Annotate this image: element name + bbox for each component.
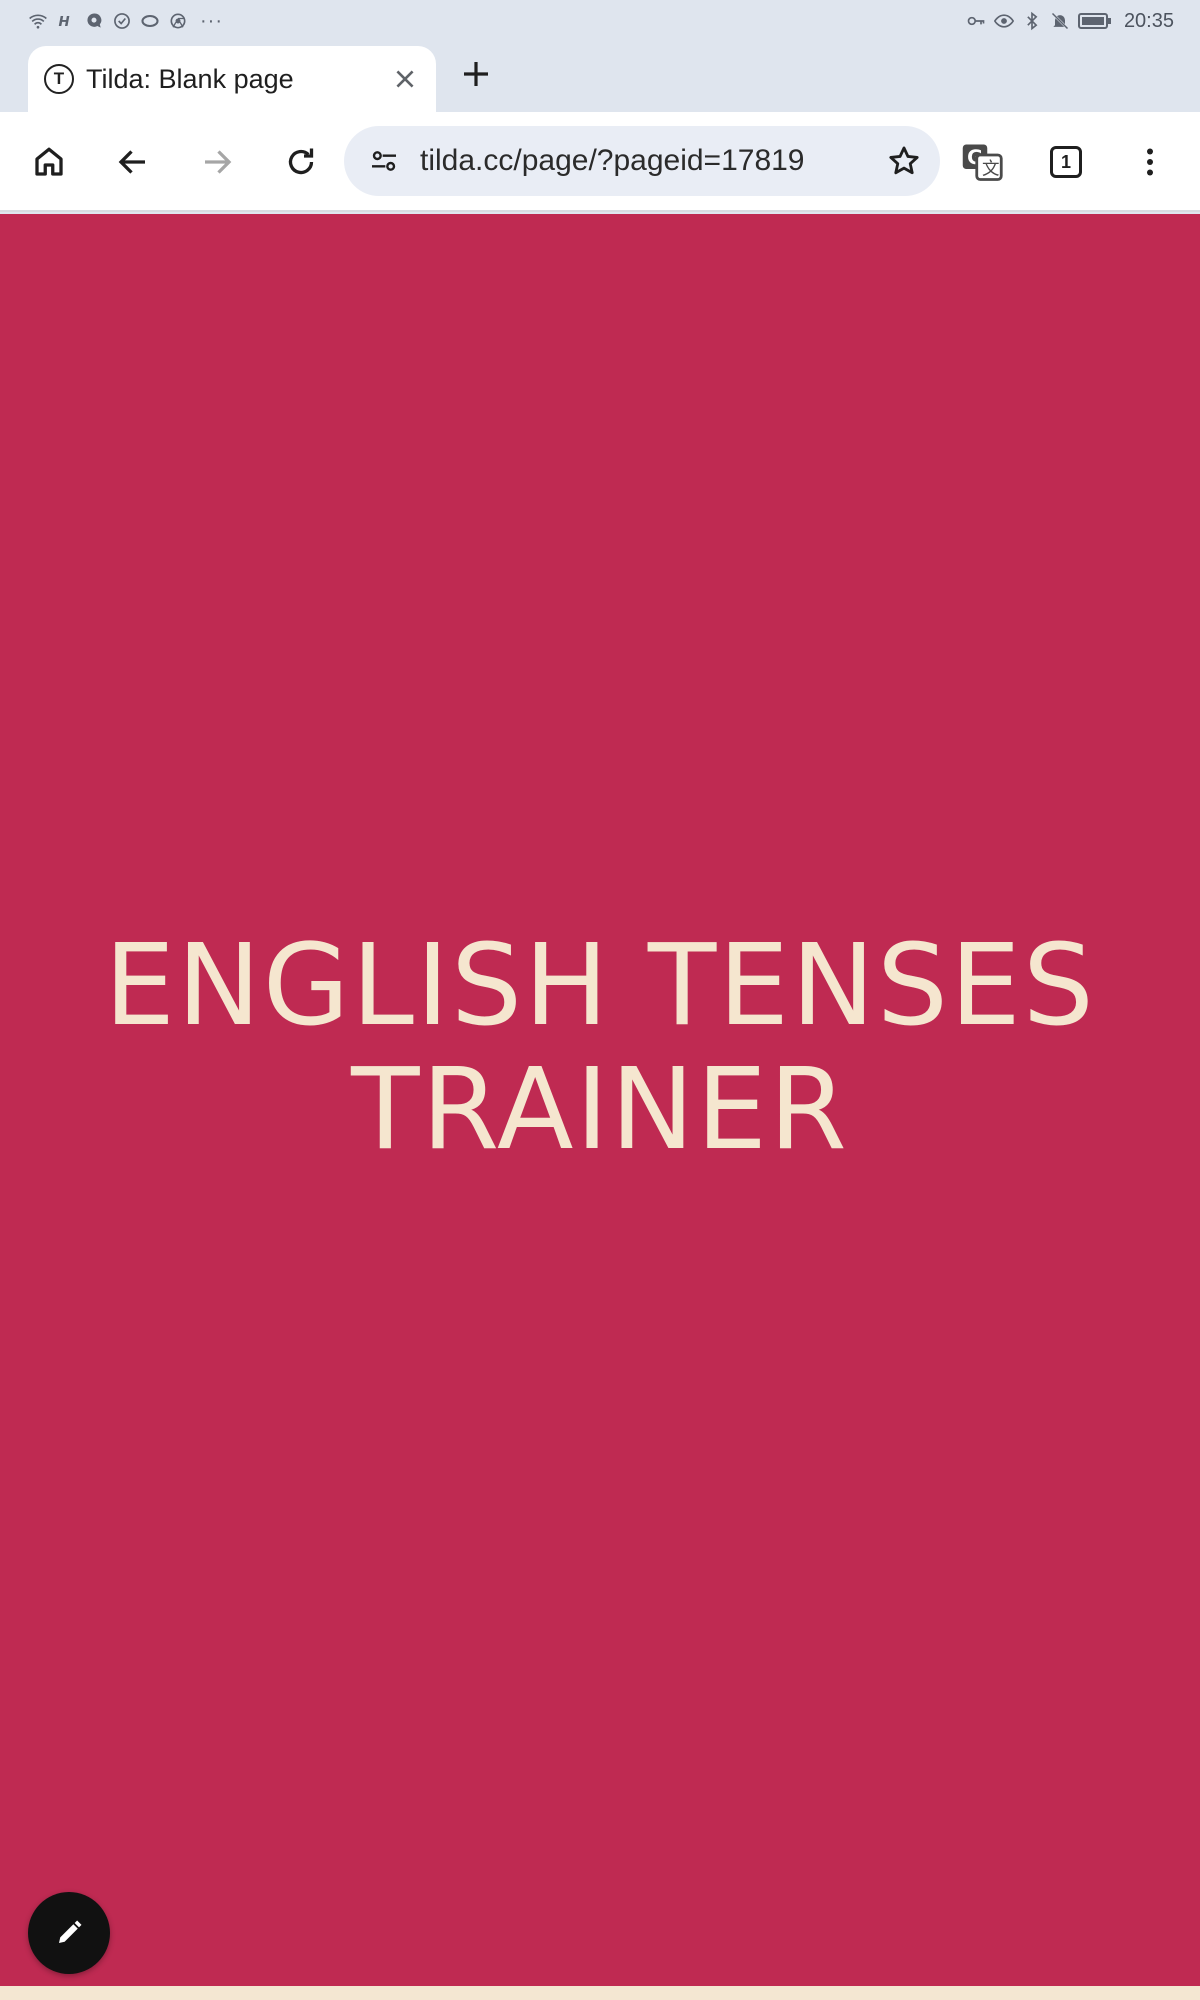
eye-icon [993,11,1014,31]
check-circle-icon [112,11,132,31]
browser-menu-button[interactable] [1126,138,1174,186]
tab-active[interactable]: T Tilda: Blank page [28,46,436,112]
close-icon [396,70,414,88]
url-text[interactable]: tilda.cc/page/?pageid=17819 [420,144,884,178]
new-tab-button[interactable] [456,54,496,94]
pencil-icon [59,1920,82,1943]
reload-icon [288,148,314,175]
page-title: ENGLISH TENSES TRAINER [0,924,1200,1172]
hero-section: ENGLISH TENSES TRAINER [0,214,1200,1986]
bookmark-star-icon[interactable] [884,141,924,181]
edit-page-button[interactable] [28,1892,110,1974]
title-line-1: ENGLISH TENSES [104,921,1096,1051]
home-icon [35,147,63,176]
translate-icon: G文 [962,144,1003,181]
home-button[interactable] [25,138,73,186]
forward-button[interactable] [193,138,241,186]
site-settings-icon[interactable] [366,143,402,179]
notifications-muted-icon [1050,11,1070,31]
tab-strip: T Tilda: Blank page [0,42,1200,112]
browser-toolbar: tilda.cc/page/?pageid=17819 G文 1 [0,112,1200,212]
tab-title: Tilda: Blank page [86,63,294,94]
tab-count-badge: 1 [1050,146,1082,178]
reload-button[interactable] [277,138,325,186]
back-button[interactable] [109,138,157,186]
title-line-2: TRAINER [351,1045,849,1175]
close-tab-button[interactable] [388,62,422,96]
more-notifications-indicator: ··· [200,10,223,32]
status-left: H ··· [28,11,223,31]
arrow-left-icon [118,150,145,174]
key-icon [966,11,986,31]
hd-signal-icon: H [56,11,76,31]
clock: 20:35 [1123,9,1174,32]
address-bar[interactable]: tilda.cc/page/?pageid=17819 [344,126,940,196]
status-right: 20:35 [966,10,1174,33]
svg-text:文: 文 [982,159,1000,179]
web-page: ENGLISH TENSES TRAINER [0,214,1200,2000]
more-vert-icon [1147,148,1153,176]
wifi-icon [28,11,48,31]
tab-switcher-button[interactable]: 1 [1042,138,1090,186]
oval-app-icon [140,11,160,31]
status-bar: H ··· 20:35 [0,0,1200,42]
battery-icon [1077,11,1112,31]
svg-text:H: H [59,15,70,30]
arrow-right-icon [205,150,232,174]
tilda-favicon-icon: T [44,64,74,94]
chrome-icon [168,11,188,31]
translate-button[interactable]: G文 [958,138,1006,186]
plus-icon [464,62,488,86]
bluetooth-icon [1022,11,1042,31]
chat-app-icon [84,11,104,31]
